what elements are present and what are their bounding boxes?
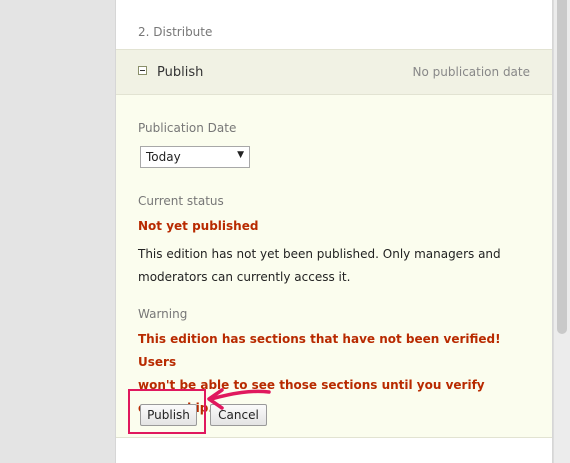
current-status-label: Current status — [138, 194, 224, 208]
panel-top — [116, 0, 552, 6]
scroll-thumb[interactable] — [557, 0, 567, 334]
publication-date-select[interactable]: Today ▼ — [140, 146, 250, 168]
publication-date-value: Today — [146, 150, 181, 164]
step-title: 2. Distribute — [138, 25, 213, 39]
status-line: This edition has not yet been published.… — [138, 247, 501, 261]
callout-arrow-icon — [207, 388, 271, 410]
dropdown-arrow-icon: ▼ — [237, 150, 244, 160]
warning-label: Warning — [138, 307, 188, 321]
publication-date-summary: No publication date — [412, 65, 530, 79]
section-label: Publish — [157, 65, 204, 80]
scrollbar[interactable] — [553, 0, 570, 463]
publish-section-header[interactable]: Publish No publication date — [116, 49, 552, 95]
publication-date-label: Publication Date — [138, 121, 237, 135]
publish-highlight-box — [128, 389, 206, 434]
warning-line: This edition has sections that have not … — [138, 332, 501, 369]
status-line: moderators can currently access it. — [138, 270, 351, 284]
collapse-icon[interactable] — [138, 66, 147, 75]
page-background — [0, 0, 116, 463]
status-value: Not yet published — [138, 219, 259, 233]
status-description: This edition has not yet been published.… — [138, 243, 533, 289]
publish-section-body: Publication Date Today ▼ Current status … — [116, 95, 552, 438]
